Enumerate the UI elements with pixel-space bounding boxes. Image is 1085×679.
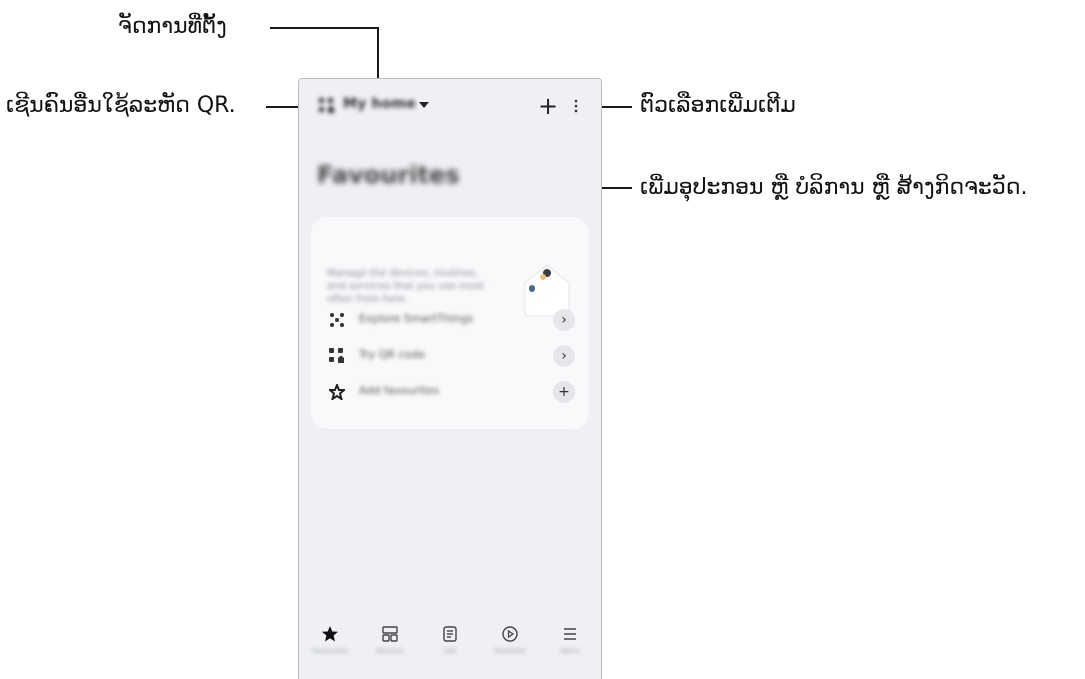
list-item-add-favourites[interactable]: Add favourites + [311,377,589,407]
top-bar: My home + [299,94,601,119]
chevron-right-button[interactable]: › [553,345,575,367]
more-options-icon[interactable] [573,99,579,113]
card-description: Manage the devices, routines, and servic… [327,268,485,305]
nav-devices[interactable]: Devices [365,625,415,665]
bottom-navigation: Favourites Devices Life Routines Menu [299,619,601,669]
add-button[interactable]: + [537,94,559,118]
smartthings-icon [330,313,344,327]
nav-label: Routines [494,647,526,655]
list-item-qr[interactable]: Try QR code › [311,341,589,371]
list-item-label: Add favourites [359,384,440,397]
favourites-card: Manage the devices, routines, and servic… [311,217,589,429]
devices-icon [382,626,398,642]
qr-invite-icon[interactable] [319,98,335,114]
nav-label: Life [443,647,457,655]
menu-icon [564,628,576,640]
nav-routines[interactable]: Routines [485,625,535,665]
nav-label: Devices [376,647,404,655]
caret-down-icon[interactable] [419,101,429,109]
home-selector[interactable]: My home [343,96,416,112]
chevron-right-button[interactable]: › [553,309,575,331]
list-item-explore[interactable]: Explore SmartThings › [311,305,589,335]
nav-label: Menu [560,647,580,655]
nav-life[interactable]: Life [425,625,475,665]
qr-code-icon [329,348,344,363]
list-item-label: Explore SmartThings [359,312,474,325]
phone-screen: My home + Favourites Manage the devices,… [298,78,602,679]
nav-favourites[interactable]: Favourites [305,625,355,665]
star-icon [322,626,338,642]
life-icon [443,626,457,642]
add-favourite-button[interactable]: + [553,381,575,403]
star-outline-icon [329,384,345,400]
nav-menu[interactable]: Menu [545,625,595,665]
list-item-label: Try QR code [359,348,425,361]
routines-icon [502,626,518,642]
page-title: Favourites [317,161,460,189]
nav-label: Favourites [311,647,349,655]
